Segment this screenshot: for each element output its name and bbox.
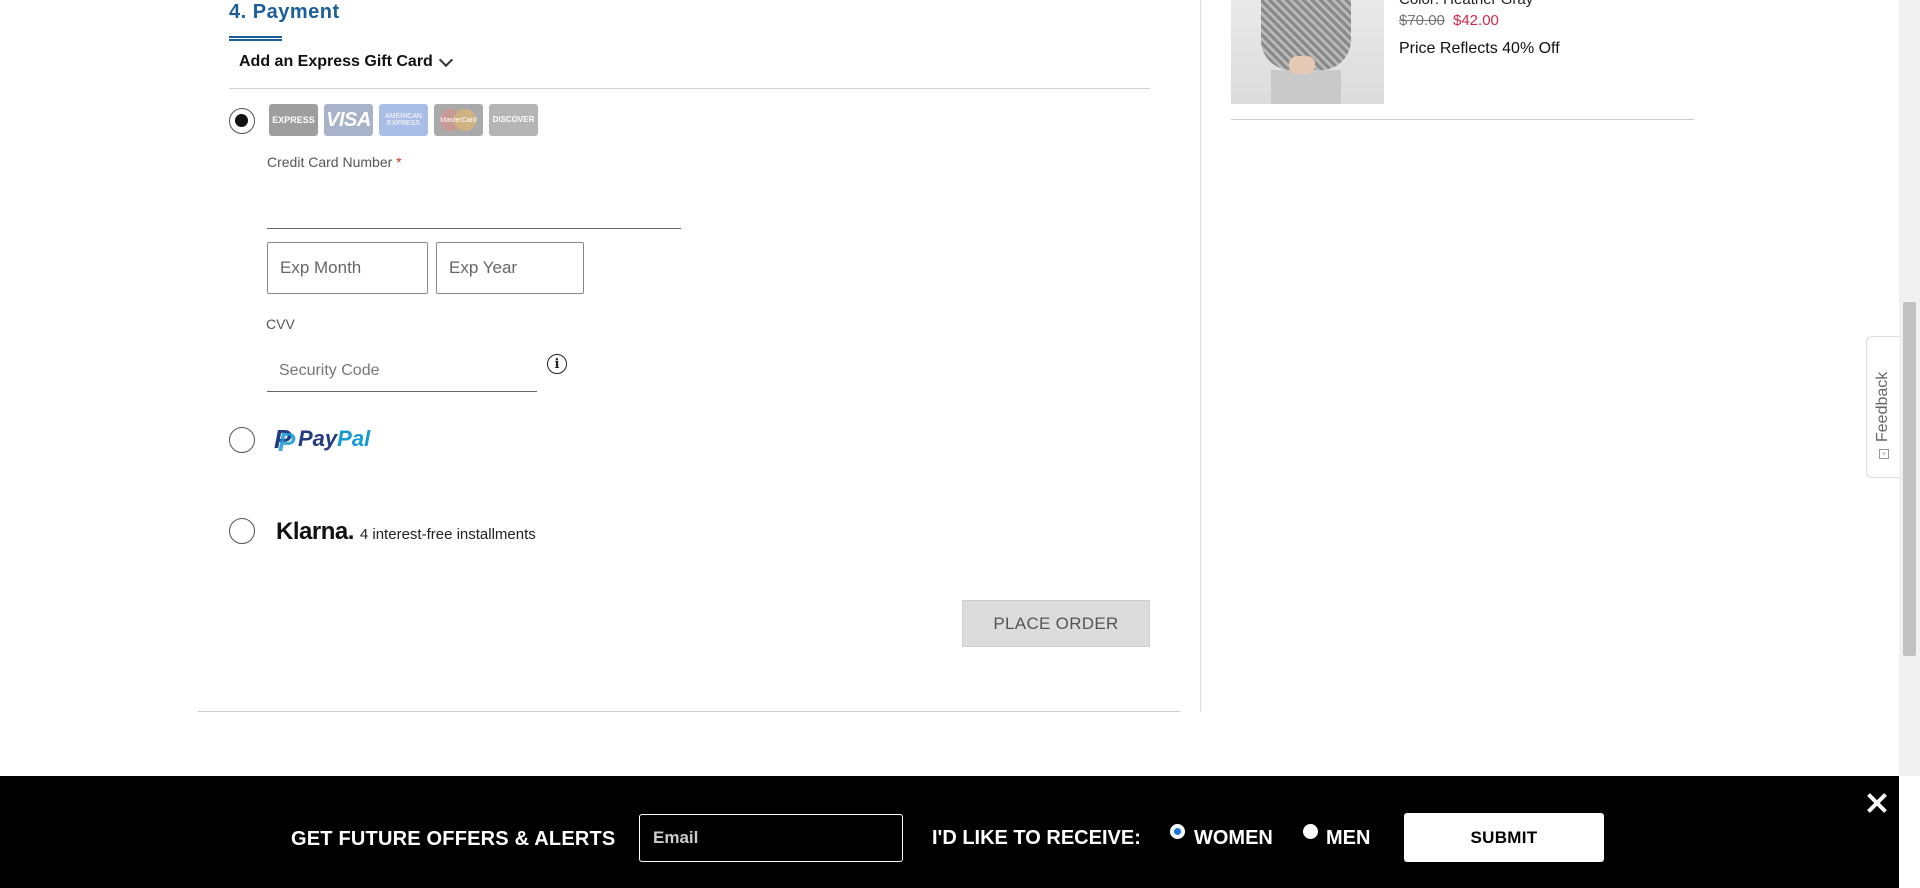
cvv-label: CVV xyxy=(266,316,295,332)
exp-year-select[interactable]: Exp Year xyxy=(436,242,584,294)
mastercard-logo: MasterCard xyxy=(434,104,483,136)
credit-card-radio[interactable] xyxy=(229,108,255,134)
checkout-page: 4. Payment Add an Express Gift Card EXPR… xyxy=(0,0,1920,888)
paypal-p-icon: P P xyxy=(274,426,296,457)
divider xyxy=(198,711,1180,712)
card-logos: EXPRESS VISA AMERICAN EXPRESS MasterCard… xyxy=(269,104,538,136)
close-icon[interactable] xyxy=(1864,790,1890,816)
credit-card-number-label-text: Credit Card Number xyxy=(267,154,393,170)
credit-card-number-input[interactable] xyxy=(267,180,681,228)
klarna-logo: Klarna. xyxy=(276,518,354,545)
divider xyxy=(229,88,1150,89)
add-gift-card-toggle[interactable]: Add an Express Gift Card xyxy=(239,52,453,71)
credit-card-input-underline xyxy=(267,228,681,229)
express-card-logo: EXPRESS xyxy=(269,104,318,136)
product-thumbnail[interactable] xyxy=(1231,0,1384,104)
klarna-subtitle: 4 interest-free installments xyxy=(359,526,536,543)
original-price: $70.00 xyxy=(1399,12,1445,29)
column-divider xyxy=(1200,0,1201,712)
men-radio[interactable] xyxy=(1303,824,1318,839)
chevron-down-icon xyxy=(438,52,453,67)
exp-year-placeholder: Exp Year xyxy=(449,258,518,277)
receive-label: I'D LIKE TO RECEIVE: xyxy=(932,827,1141,849)
klarna-option: Klarna. 4 interest-free installments xyxy=(276,518,536,546)
required-marker: * xyxy=(396,154,402,170)
security-code-input[interactable]: Security Code xyxy=(267,350,537,392)
info-icon[interactable]: i xyxy=(547,354,567,374)
amex-logo: AMERICAN EXPRESS xyxy=(379,104,428,136)
paypal-p-icon-front: P xyxy=(278,427,296,457)
exp-month-placeholder: Exp Month xyxy=(280,258,362,277)
offers-banner: GET FUTURE OFFERS & ALERTS Email I'D LIK… xyxy=(0,776,1899,888)
feedback-label: Feedback xyxy=(1874,371,1891,442)
visa-logo: VISA xyxy=(324,104,373,136)
exp-month-select[interactable]: Exp Month xyxy=(267,242,428,294)
feedback-tab[interactable]: Feedback + xyxy=(1866,336,1900,478)
paypal-pay-text: Pay xyxy=(298,426,338,451)
price-discount-note: Price Reflects 40% Off xyxy=(1399,40,1560,57)
men-radio-label[interactable]: MEN xyxy=(1326,827,1370,850)
security-code-placeholder: Security Code xyxy=(279,361,380,379)
banner-title: GET FUTURE OFFERS & ALERTS xyxy=(291,828,616,850)
women-radio[interactable] xyxy=(1170,824,1185,839)
title-underline xyxy=(229,36,282,41)
scrollbar-thumb[interactable] xyxy=(1903,302,1916,656)
gift-card-toggle-label: Add an Express Gift Card xyxy=(239,53,433,70)
place-order-button[interactable]: PLACE ORDER xyxy=(962,600,1150,647)
paypal-logo: P P Pay Pal xyxy=(274,426,371,457)
submit-button[interactable]: SUBMIT xyxy=(1404,813,1604,862)
mastercard-logo-text: MasterCard xyxy=(440,116,477,124)
divider xyxy=(1231,119,1694,120)
credit-card-number-label: Credit Card Number * xyxy=(267,154,402,170)
email-placeholder: Email xyxy=(653,828,699,847)
email-input[interactable]: Email xyxy=(639,814,903,862)
sale-price: $42.00 xyxy=(1453,12,1499,29)
klarna-radio[interactable] xyxy=(229,518,255,544)
feedback-icon: + xyxy=(1879,449,1889,459)
discover-logo: DISCOVER xyxy=(489,104,538,136)
women-radio-label[interactable]: WOMEN xyxy=(1194,827,1273,850)
paypal-pal-text: Pal xyxy=(337,426,371,451)
product-color: Color: Heather Gray xyxy=(1399,0,1533,8)
paypal-radio[interactable] xyxy=(229,427,255,453)
vertical-scrollbar[interactable] xyxy=(1899,0,1920,776)
payment-section-title: 4. Payment xyxy=(229,1,340,23)
